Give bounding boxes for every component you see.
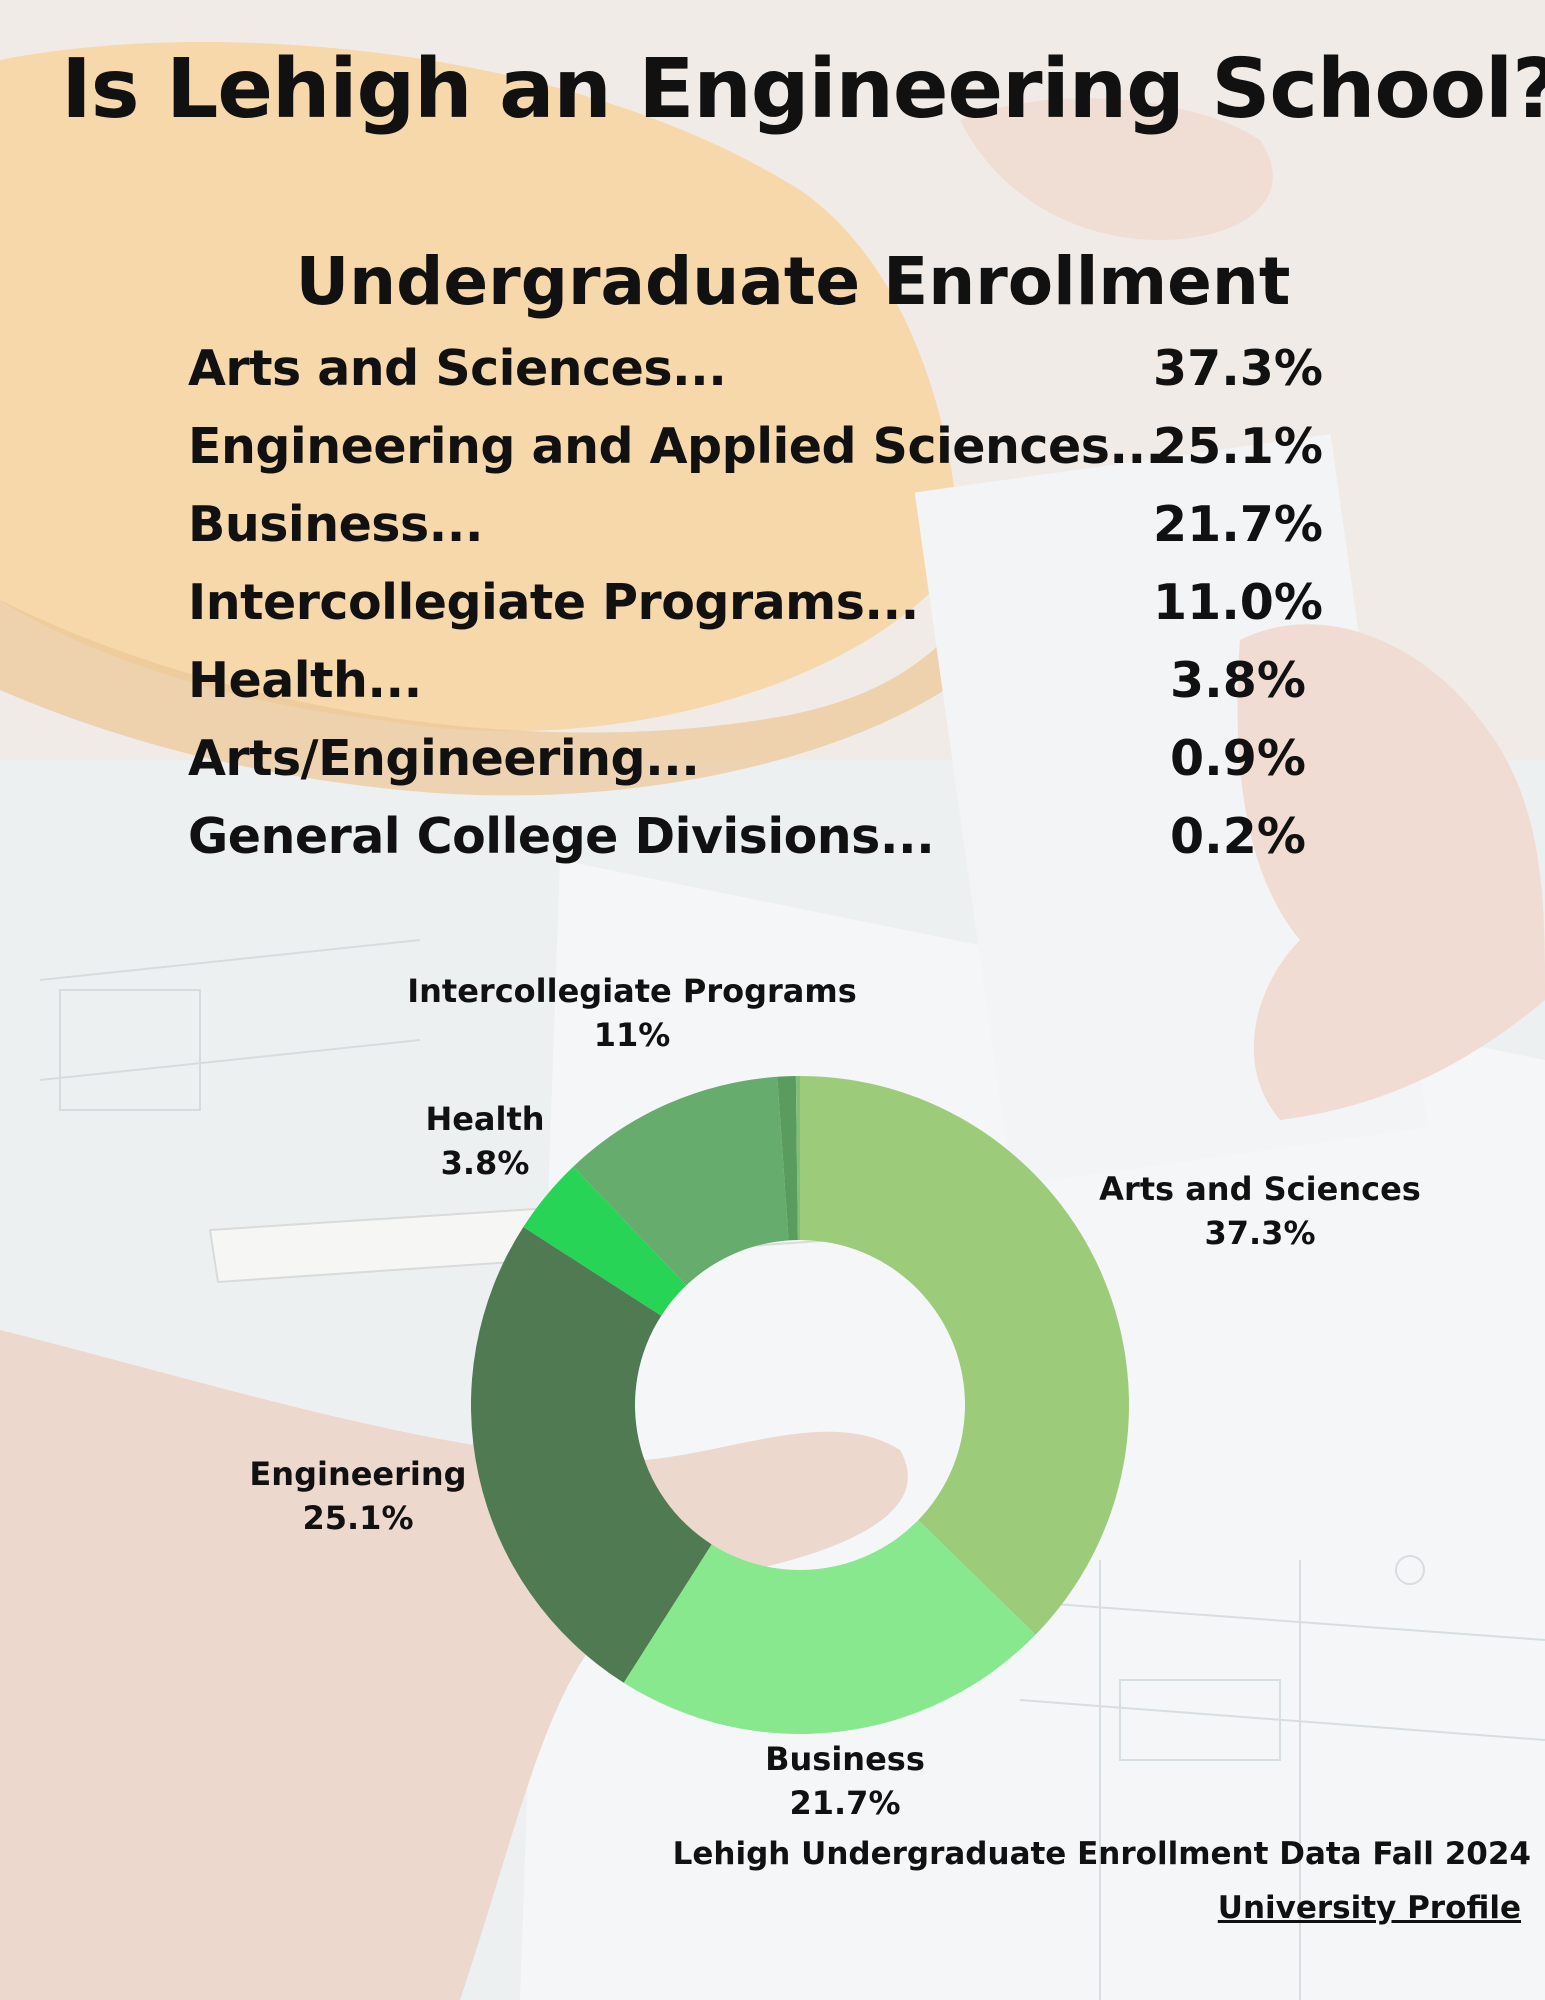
source-caption: Lehigh Undergraduate Enrollment Data Fal… <box>672 1836 1531 1872</box>
slice-arts-and-sciences <box>800 1076 1129 1635</box>
donut-chart: Arts and Sciences 37.3% Business 21.7% Engin… <box>249 972 1421 1822</box>
slice-value-label: 11% <box>594 1016 671 1054</box>
slice-label: Business <box>765 1740 925 1778</box>
slice-label: Engineering <box>249 1455 466 1493</box>
slice-label: Arts and Sciences <box>1099 1170 1421 1208</box>
slice-label: Health <box>425 1100 544 1138</box>
slice-value-label: 21.7% <box>789 1784 900 1822</box>
slice-value-label: 37.3% <box>1204 1214 1315 1252</box>
slice-value-label: 25.1% <box>302 1499 413 1537</box>
source-link[interactable]: University Profile <box>1218 1890 1521 1926</box>
slice-value-label: 3.8% <box>441 1144 530 1182</box>
slice-label: Intercollegiate Programs <box>407 972 857 1010</box>
